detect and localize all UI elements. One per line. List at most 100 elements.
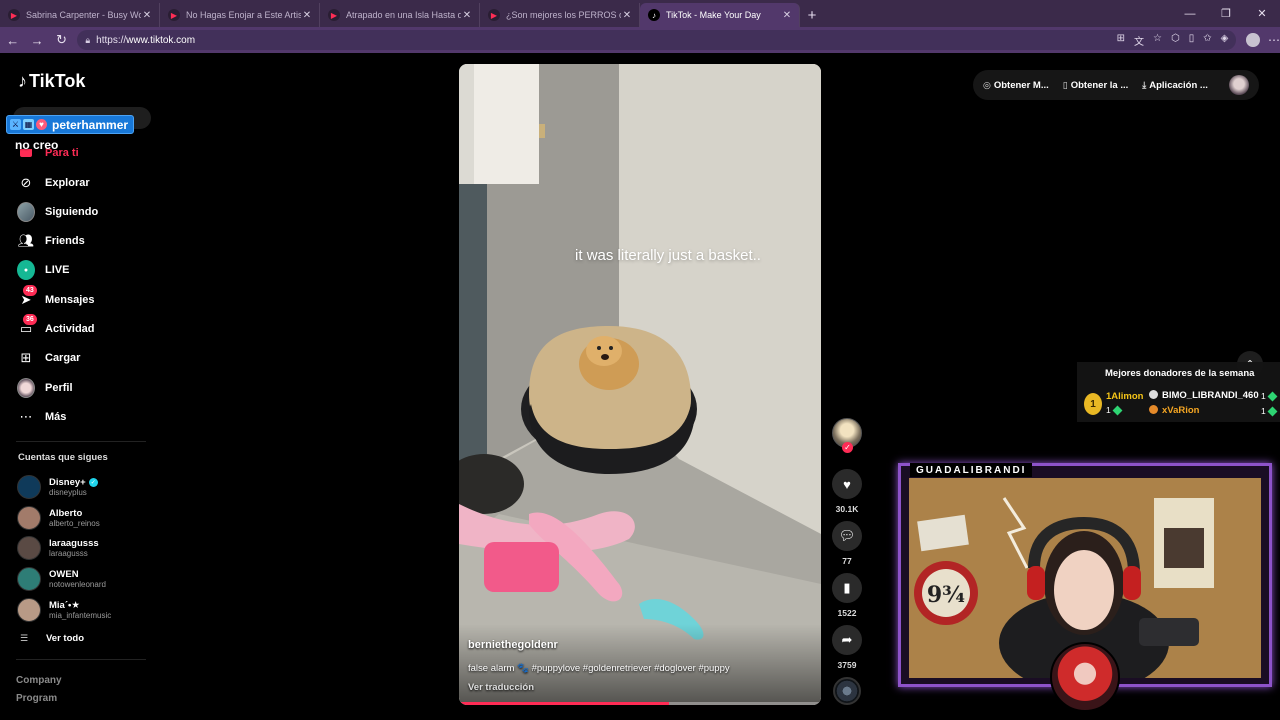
nav-label: Más (45, 411, 67, 423)
tab-title: Atrapado en una Isla Hasta que Ga (346, 10, 461, 20)
browser-tab-bar: ▶ Sabrina Carpenter - Busy Woman ✕ ▶ No … (0, 0, 1280, 27)
account-handle: laraagusss (49, 549, 88, 558)
get-coins-button[interactable]: ◎ Obtener M... (983, 80, 1049, 91)
divider (16, 659, 146, 660)
save-button[interactable]: ▮ 1522 (831, 573, 863, 618)
get-app-button[interactable]: ▯ Obtener la ... (1063, 80, 1129, 91)
close-tab-icon[interactable]: ✕ (461, 10, 473, 21)
list-icon: ☰ (20, 633, 29, 643)
tab-title: TikTok - Make Your Day (666, 10, 761, 20)
followed-account[interactable]: Mia´•★ mia_infantemusic (17, 597, 111, 623)
browser-profile-avatar[interactable] (1246, 33, 1261, 47)
back-icon[interactable]: ← (1, 29, 24, 51)
close-tab-icon[interactable]: ✕ (141, 10, 153, 21)
split-screen-icon[interactable]: ▯ (1189, 33, 1195, 48)
browser-tab[interactable]: ▶ ¿Son mejores los PERROS o GATO ✕ (480, 3, 640, 27)
tab-title: No Hagas Enojar a Este Artista - Yo (186, 10, 301, 20)
nav-explore[interactable]: ⊘ Explorar (17, 172, 90, 194)
close-tab-icon[interactable]: ✕ (301, 10, 313, 21)
follow-plus-icon[interactable]: ✓ (842, 442, 853, 453)
heart-icon: ♥ (832, 469, 862, 499)
nav-following[interactable]: Siguiendo (17, 201, 98, 223)
account-handle: notowenleonard (49, 580, 106, 589)
close-tab-icon[interactable]: ✕ (621, 10, 633, 21)
donor-name: 1Alimon (1106, 391, 1144, 402)
video-player[interactable]: it was literally just a basket.. berniet… (459, 64, 821, 705)
desktop-app-button[interactable]: ⤓ Aplicación ... (1142, 80, 1208, 91)
forward-icon[interactable]: → (25, 29, 48, 51)
account-handle: mia_infantemusic (49, 611, 112, 620)
coin-icon: ◎ (983, 79, 991, 90)
gem-icon (1267, 406, 1278, 416)
favorites-icon[interactable]: ✩ (1203, 33, 1211, 48)
browser-tab-active[interactable]: ♪ TikTok - Make Your Day ✕ (640, 3, 800, 27)
account-avatar (17, 475, 41, 499)
browser-essentials-icon[interactable]: ◈ (1221, 33, 1229, 48)
footer-link-company[interactable]: Company (16, 675, 62, 686)
minimize-icon[interactable]: — (1172, 0, 1208, 27)
browser-tab[interactable]: ▶ Atrapado en una Isla Hasta que Ga ✕ (320, 3, 480, 27)
footer-link-program[interactable]: Program (16, 693, 57, 704)
refresh-icon[interactable]: ↻ (50, 29, 73, 51)
share-arrow-icon: ➦ (832, 625, 862, 655)
music-disc-icon[interactable] (833, 677, 861, 705)
user-avatar[interactable] (1229, 75, 1249, 95)
browser-tab[interactable]: ▶ No Hagas Enojar a Este Artista - Yo ✕ (160, 3, 320, 27)
donor-gems: 1 (1261, 391, 1278, 401)
followed-account[interactable]: Disney+ ✓ disneyplus (17, 474, 98, 500)
nav-upload[interactable]: ⊞ Cargar (17, 347, 81, 369)
like-button[interactable]: ♥ 30.1K (831, 469, 863, 514)
tab-title: Sabrina Carpenter - Busy Woman (26, 10, 141, 20)
activity-icon: ▭ 36 (17, 314, 37, 338)
account-avatar (17, 536, 41, 560)
nav-more[interactable]: ⋯ Más (17, 406, 67, 428)
donor-gems: 1 (1261, 406, 1278, 416)
new-tab-button[interactable]: + (800, 3, 824, 27)
message-icon: ➤ 43 (17, 285, 37, 309)
video-progress-bar[interactable] (459, 702, 821, 705)
verified-icon: ✓ (88, 478, 98, 487)
account-avatar (17, 598, 41, 622)
app-available-icon[interactable]: ⊞ (1117, 33, 1125, 48)
logo-text: TikTok (29, 71, 86, 91)
tiktok-logo[interactable]: ♪ TikTok (18, 71, 85, 92)
browser-tab[interactable]: ▶ Sabrina Carpenter - Busy Woman ✕ (0, 3, 160, 27)
restore-icon[interactable]: ❐ (1208, 0, 1244, 27)
more-icon: ⋯ (19, 409, 33, 424)
upload-icon: ⊞ (20, 350, 32, 365)
nav-label: Cargar (45, 352, 81, 364)
share-button[interactable]: ➦ 3759 (831, 625, 863, 670)
followed-account[interactable]: laraagusss laraagusss (17, 535, 99, 561)
donor-badge-icon (1149, 390, 1158, 399)
extensions-icon[interactable]: ⬡ (1171, 33, 1180, 48)
followed-account[interactable]: OWEN notowenleonard (17, 566, 106, 592)
nav-activity[interactable]: ▭ 36 Actividad (17, 314, 95, 340)
phone-icon: ▯ (1062, 79, 1068, 90)
video-progress-fill (459, 702, 669, 705)
close-tab-icon[interactable]: ✕ (781, 10, 793, 21)
plus-icon: + (807, 6, 817, 24)
favorite-star-icon[interactable]: ☆ (1153, 33, 1162, 48)
donor-gems: 1 (1106, 405, 1123, 415)
followed-account[interactable]: Alberto alberto_reinos (17, 505, 100, 531)
nav-friends[interactable]: 👥︎ Friends (17, 230, 85, 252)
messages-count-badge: 43 (23, 285, 37, 296)
share-count: 3759 (837, 660, 857, 670)
donor-name: BIMO_LIBRANDI_460 (1162, 390, 1259, 401)
friends-icon: 👥︎ (17, 233, 35, 248)
nav-profile[interactable]: Perfil (17, 377, 73, 399)
translate-icon[interactable]: 文 (1134, 33, 1144, 48)
nav-messages[interactable]: ➤ 43 Mensajes (17, 285, 95, 311)
nav-live[interactable]: ● LIVE (17, 259, 69, 281)
close-window-icon[interactable]: ✕ (1244, 0, 1280, 27)
tiktok-note-icon: ♪ (18, 71, 27, 91)
comment-button[interactable]: 💬︎ 77 (831, 521, 863, 566)
translate-button[interactable]: Ver traducción (468, 682, 534, 693)
subscriber-badge-icon: ▦ (23, 119, 34, 130)
gem-icon (1267, 391, 1278, 401)
url-field[interactable]: 🔒︎ https://www.tiktok.com ⊞ 文 ☆ ⬡ ▯ ✩ ◈ (77, 30, 1237, 50)
see-all-button[interactable]: ☰ Ver todo (20, 633, 84, 644)
video-author[interactable]: berniethegoldenr (468, 639, 558, 651)
browser-menu-icon[interactable]: ⋯ (1268, 33, 1280, 47)
comment-icon: 💬︎ (832, 521, 862, 551)
